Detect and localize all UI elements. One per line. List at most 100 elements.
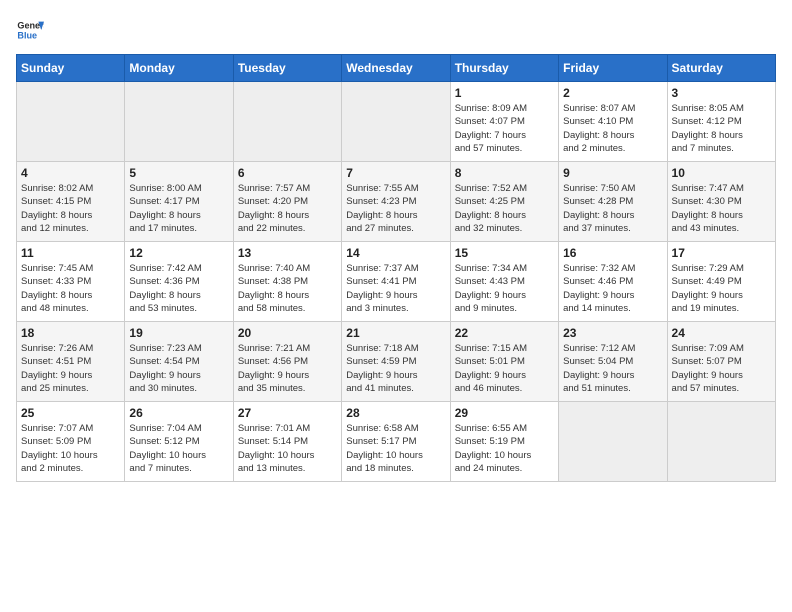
day-number: 4 <box>21 166 120 180</box>
day-info: Sunrise: 7:34 AM Sunset: 4:43 PM Dayligh… <box>455 262 554 315</box>
calendar-cell: 13 Sunrise: 7:40 AM Sunset: 4:38 PM Dayli… <box>233 242 341 322</box>
day-number: 21 <box>346 326 445 340</box>
day-info: Sunrise: 7:18 AM Sunset: 4:59 PM Dayligh… <box>346 342 445 395</box>
calendar-cell: 27 Sunrise: 7:01 AM Sunset: 5:14 PM Dayli… <box>233 402 341 482</box>
day-number: 25 <box>21 406 120 420</box>
calendar-cell: 6 Sunrise: 7:57 AM Sunset: 4:20 PM Daylig… <box>233 162 341 242</box>
day-info: Sunrise: 8:00 AM Sunset: 4:17 PM Dayligh… <box>129 182 228 235</box>
calendar-cell: 11 Sunrise: 7:45 AM Sunset: 4:33 PM Dayli… <box>17 242 125 322</box>
calendar-cell: 17 Sunrise: 7:29 AM Sunset: 4:49 PM Dayli… <box>667 242 775 322</box>
col-saturday: Saturday <box>667 55 775 82</box>
day-info: Sunrise: 7:23 AM Sunset: 4:54 PM Dayligh… <box>129 342 228 395</box>
day-info: Sunrise: 7:40 AM Sunset: 4:38 PM Dayligh… <box>238 262 337 315</box>
day-info: Sunrise: 8:07 AM Sunset: 4:10 PM Dayligh… <box>563 102 662 155</box>
calendar-cell: 22 Sunrise: 7:15 AM Sunset: 5:01 PM Dayli… <box>450 322 558 402</box>
day-info: Sunrise: 7:01 AM Sunset: 5:14 PM Dayligh… <box>238 422 337 475</box>
week-row-4: 18Sunrise: 7:26 AM Sunset: 4:51 PM Dayli… <box>17 322 776 402</box>
day-info: Sunrise: 7:04 AM Sunset: 5:12 PM Dayligh… <box>129 422 228 475</box>
day-number: 28 <box>346 406 445 420</box>
day-number: 11 <box>21 246 120 260</box>
day-number: 27 <box>238 406 337 420</box>
calendar-cell: 3 Sunrise: 8:05 AM Sunset: 4:12 PM Daylig… <box>667 82 775 162</box>
day-info: Sunrise: 8:09 AM Sunset: 4:07 PM Dayligh… <box>455 102 554 155</box>
col-sunday: Sunday <box>17 55 125 82</box>
calendar-cell: 21 Sunrise: 7:18 AM Sunset: 4:59 PM Dayli… <box>342 322 450 402</box>
day-number: 24 <box>672 326 771 340</box>
calendar-cell <box>17 82 125 162</box>
day-number: 2 <box>563 86 662 100</box>
week-row-5: 25Sunrise: 7:07 AM Sunset: 5:09 PM Dayli… <box>17 402 776 482</box>
calendar-cell: 29 Sunrise: 6:55 AM Sunset: 5:19 PM Dayli… <box>450 402 558 482</box>
day-number: 17 <box>672 246 771 260</box>
week-row-2: 4 Sunrise: 8:02 AM Sunset: 4:15 PM Daylig… <box>17 162 776 242</box>
day-number: 23 <box>563 326 662 340</box>
day-number: 26 <box>129 406 228 420</box>
col-monday: Monday <box>125 55 233 82</box>
day-number: 5 <box>129 166 228 180</box>
day-number: 1 <box>455 86 554 100</box>
calendar-cell: 23 Sunrise: 7:12 AM Sunset: 5:04 PM Dayli… <box>559 322 667 402</box>
svg-text:Blue: Blue <box>17 30 37 40</box>
col-thursday: Thursday <box>450 55 558 82</box>
day-info: Sunrise: 7:55 AM Sunset: 4:23 PM Dayligh… <box>346 182 445 235</box>
calendar-cell: 7Sunrise: 7:55 AM Sunset: 4:23 PM Daylig… <box>342 162 450 242</box>
day-number: 13 <box>238 246 337 260</box>
calendar-cell: 18Sunrise: 7:26 AM Sunset: 4:51 PM Dayli… <box>17 322 125 402</box>
day-number: 6 <box>238 166 337 180</box>
calendar-cell: 12 Sunrise: 7:42 AM Sunset: 4:36 PM Dayli… <box>125 242 233 322</box>
calendar-cell: 2 Sunrise: 8:07 AM Sunset: 4:10 PM Daylig… <box>559 82 667 162</box>
calendar-cell: 16 Sunrise: 7:32 AM Sunset: 4:46 PM Dayli… <box>559 242 667 322</box>
day-info: Sunrise: 7:21 AM Sunset: 4:56 PM Dayligh… <box>238 342 337 395</box>
header-row: Sunday Monday Tuesday Wednesday Thursday… <box>17 55 776 82</box>
page-header: General Blue <box>16 16 776 44</box>
calendar-cell <box>233 82 341 162</box>
day-info: Sunrise: 8:02 AM Sunset: 4:15 PM Dayligh… <box>21 182 120 235</box>
calendar-cell: 5 Sunrise: 8:00 AM Sunset: 4:17 PM Daylig… <box>125 162 233 242</box>
day-info: Sunrise: 7:29 AM Sunset: 4:49 PM Dayligh… <box>672 262 771 315</box>
week-row-3: 11 Sunrise: 7:45 AM Sunset: 4:33 PM Dayli… <box>17 242 776 322</box>
day-number: 20 <box>238 326 337 340</box>
day-info: Sunrise: 7:32 AM Sunset: 4:46 PM Dayligh… <box>563 262 662 315</box>
day-info: Sunrise: 7:42 AM Sunset: 4:36 PM Dayligh… <box>129 262 228 315</box>
day-number: 22 <box>455 326 554 340</box>
calendar-cell: 26 Sunrise: 7:04 AM Sunset: 5:12 PM Dayli… <box>125 402 233 482</box>
calendar-cell: 24 Sunrise: 7:09 AM Sunset: 5:07 PM Dayli… <box>667 322 775 402</box>
calendar-cell <box>667 402 775 482</box>
day-number: 16 <box>563 246 662 260</box>
day-number: 3 <box>672 86 771 100</box>
day-info: Sunrise: 7:15 AM Sunset: 5:01 PM Dayligh… <box>455 342 554 395</box>
calendar-cell <box>559 402 667 482</box>
day-info: Sunrise: 7:50 AM Sunset: 4:28 PM Dayligh… <box>563 182 662 235</box>
calendar-cell: 9Sunrise: 7:50 AM Sunset: 4:28 PM Daylig… <box>559 162 667 242</box>
day-number: 29 <box>455 406 554 420</box>
calendar-cell: 14 Sunrise: 7:37 AM Sunset: 4:41 PM Dayli… <box>342 242 450 322</box>
day-info: Sunrise: 7:47 AM Sunset: 4:30 PM Dayligh… <box>672 182 771 235</box>
calendar-cell: 19Sunrise: 7:23 AM Sunset: 4:54 PM Dayli… <box>125 322 233 402</box>
col-friday: Friday <box>559 55 667 82</box>
day-info: Sunrise: 7:12 AM Sunset: 5:04 PM Dayligh… <box>563 342 662 395</box>
calendar-cell: 8Sunrise: 7:52 AM Sunset: 4:25 PM Daylig… <box>450 162 558 242</box>
calendar-cell: 15 Sunrise: 7:34 AM Sunset: 4:43 PM Dayli… <box>450 242 558 322</box>
logo: General Blue <box>16 16 48 44</box>
day-number: 12 <box>129 246 228 260</box>
week-row-1: 1 Sunrise: 8:09 AM Sunset: 4:07 PM Daylig… <box>17 82 776 162</box>
calendar-cell: 1 Sunrise: 8:09 AM Sunset: 4:07 PM Daylig… <box>450 82 558 162</box>
day-info: Sunrise: 7:37 AM Sunset: 4:41 PM Dayligh… <box>346 262 445 315</box>
day-info: Sunrise: 7:45 AM Sunset: 4:33 PM Dayligh… <box>21 262 120 315</box>
col-wednesday: Wednesday <box>342 55 450 82</box>
day-number: 14 <box>346 246 445 260</box>
day-info: Sunrise: 8:05 AM Sunset: 4:12 PM Dayligh… <box>672 102 771 155</box>
calendar-header: Sunday Monday Tuesday Wednesday Thursday… <box>17 55 776 82</box>
day-info: Sunrise: 7:09 AM Sunset: 5:07 PM Dayligh… <box>672 342 771 395</box>
day-info: Sunrise: 7:57 AM Sunset: 4:20 PM Dayligh… <box>238 182 337 235</box>
calendar-cell: 10 Sunrise: 7:47 AM Sunset: 4:30 PM Dayli… <box>667 162 775 242</box>
day-number: 15 <box>455 246 554 260</box>
calendar-cell: 25Sunrise: 7:07 AM Sunset: 5:09 PM Dayli… <box>17 402 125 482</box>
calendar-cell <box>342 82 450 162</box>
day-info: Sunrise: 7:26 AM Sunset: 4:51 PM Dayligh… <box>21 342 120 395</box>
day-number: 8 <box>455 166 554 180</box>
day-info: Sunrise: 6:55 AM Sunset: 5:19 PM Dayligh… <box>455 422 554 475</box>
day-number: 10 <box>672 166 771 180</box>
calendar-cell: 20 Sunrise: 7:21 AM Sunset: 4:56 PM Dayli… <box>233 322 341 402</box>
logo-icon: General Blue <box>16 16 44 44</box>
